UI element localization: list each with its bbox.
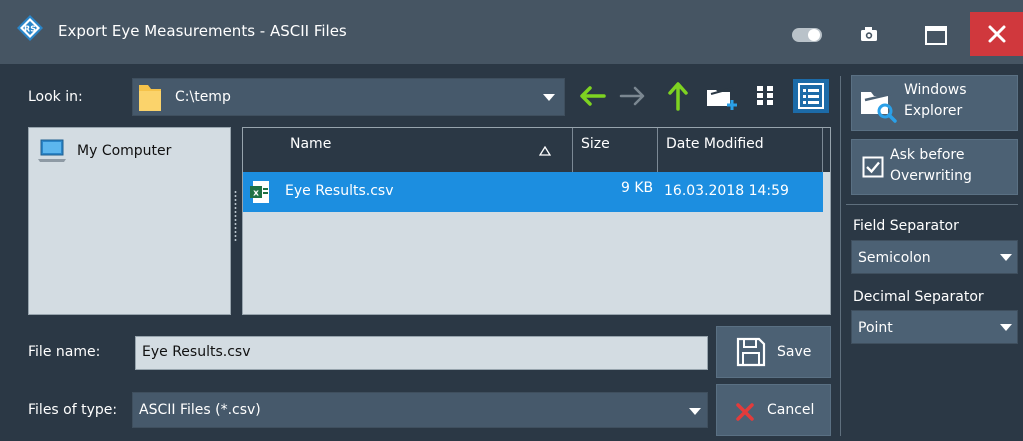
svg-text:x: x xyxy=(253,189,259,199)
chevron-down-icon xyxy=(689,408,701,415)
ask-before-overwriting-toggle[interactable]: Ask before Overwriting xyxy=(851,139,1018,195)
folder-icon xyxy=(139,85,161,111)
field-separator-value: Semicolon xyxy=(858,250,931,266)
decimal-separator-label: Decimal Separator xyxy=(853,289,984,305)
field-separator-combobox[interactable]: Semicolon xyxy=(851,240,1018,274)
save-button-label: Save xyxy=(777,344,812,360)
ask-before-label-line2: Overwriting xyxy=(890,168,972,184)
decimal-separator-combobox[interactable]: Point xyxy=(851,310,1018,344)
places-item-my-computer[interactable]: My Computer xyxy=(35,138,215,164)
close-button[interactable] xyxy=(970,12,1023,56)
save-disk-icon xyxy=(736,337,766,367)
files-of-type-label: Files of type: xyxy=(28,402,118,418)
file-list-header: Name Size Date Modified xyxy=(243,128,830,172)
file-name-label: File name: xyxy=(28,344,101,360)
excel-file-icon: x xyxy=(250,181,269,203)
rohde-schwarz-logo-icon: RS xyxy=(17,15,43,41)
column-header-date-modified[interactable]: Date Modified xyxy=(658,128,823,172)
ask-before-label-line1: Ask before xyxy=(890,147,965,163)
detail-view-button[interactable] xyxy=(793,79,829,113)
toggle-icon[interactable] xyxy=(792,28,822,42)
file-name-cell: Eye Results.csv xyxy=(285,183,394,199)
maximize-icon[interactable] xyxy=(918,20,952,50)
chevron-down-icon xyxy=(1000,324,1012,331)
look-in-value: C:\temp xyxy=(175,89,231,105)
close-icon xyxy=(988,25,1005,43)
sort-ascending-icon xyxy=(539,146,551,156)
computer-icon xyxy=(38,139,66,162)
column-header-date-label: Date Modified xyxy=(666,136,764,152)
file-name-input[interactable]: Eye Results.csv xyxy=(135,336,708,370)
windows-explorer-label-line1: Windows xyxy=(904,82,967,98)
file-date-cell: 16.03.2018 14:59 xyxy=(664,183,789,199)
new-folder-icon[interactable] xyxy=(704,80,740,112)
file-name-value: Eye Results.csv xyxy=(142,344,251,360)
table-row[interactable]: x Eye Results.csv 9 KB 16.03.2018 14:59 xyxy=(243,172,823,212)
title-bar: RS Export Eye Measurements - ASCII Files xyxy=(0,0,1023,64)
cancel-x-icon xyxy=(736,403,754,421)
windows-explorer-button[interactable]: Windows Explorer xyxy=(851,75,1018,131)
panel-splitter[interactable] xyxy=(234,190,237,242)
camera-icon[interactable] xyxy=(860,26,878,42)
file-size-cell: 9 KB xyxy=(621,180,654,196)
column-header-size-label: Size xyxy=(581,136,610,152)
export-dialog: RS Export Eye Measurements - ASCII Files… xyxy=(0,0,1023,441)
column-header-size[interactable]: Size xyxy=(573,128,658,172)
places-panel: My Computer xyxy=(28,127,231,315)
back-arrow-icon[interactable] xyxy=(577,85,607,107)
right-panel-divider xyxy=(840,76,841,436)
files-of-type-value: ASCII Files (*.csv) xyxy=(139,402,261,418)
right-panel-separator xyxy=(846,204,1018,205)
chevron-down-icon xyxy=(1000,254,1012,261)
files-of-type-combobox[interactable]: ASCII Files (*.csv) xyxy=(132,392,708,428)
decimal-separator-value: Point xyxy=(858,320,893,336)
cancel-button-label: Cancel xyxy=(767,402,815,418)
up-folder-icon[interactable] xyxy=(667,80,689,112)
window-title: Export Eye Measurements - ASCII Files xyxy=(58,22,347,40)
column-header-name-label: Name xyxy=(290,136,332,152)
field-separator-label: Field Separator xyxy=(853,218,959,234)
file-list: Name Size Date Modified x Eye Results.cs… xyxy=(242,127,831,315)
places-item-label: My Computer xyxy=(77,143,172,159)
windows-explorer-label-line2: Explorer xyxy=(904,103,963,119)
chevron-down-icon xyxy=(543,94,555,101)
look-in-combobox[interactable]: C:\temp xyxy=(132,78,565,116)
detail-view-icon xyxy=(798,83,824,109)
save-button[interactable]: Save xyxy=(716,326,831,378)
forward-arrow-icon[interactable] xyxy=(618,85,648,107)
cancel-button[interactable]: Cancel xyxy=(716,384,831,436)
checkbox-checked-icon[interactable] xyxy=(862,156,884,178)
folder-search-icon xyxy=(861,92,897,123)
look-in-label: Look in: xyxy=(28,89,83,105)
svg-text:RS: RS xyxy=(24,25,36,34)
column-header-name[interactable]: Name xyxy=(243,128,573,172)
list-view-icon[interactable] xyxy=(754,82,780,108)
